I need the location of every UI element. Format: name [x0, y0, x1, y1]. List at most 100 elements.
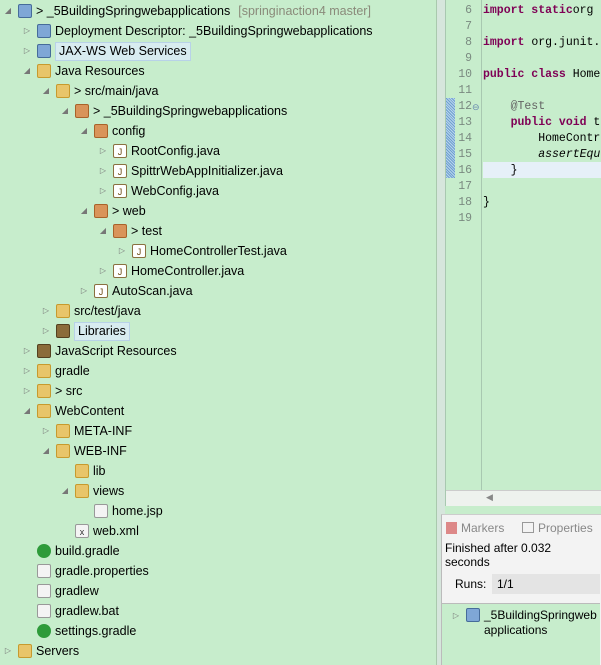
tree-item[interactable]: ▷ Deployment Descriptor: _5BuildingSpring… — [21, 21, 373, 41]
expand-arrow-icon[interactable]: ▷ — [97, 141, 109, 161]
tree-item-label: lib — [93, 464, 106, 478]
tree-item[interactable]: gradle.properties — [21, 561, 149, 581]
expand-arrow-icon[interactable]: ▷ — [116, 241, 128, 261]
expand-arrow-icon[interactable]: ▷ — [21, 361, 33, 381]
tree-item[interactable]: ▷ Servers — [2, 641, 79, 661]
tree-item[interactable]: ▷ META-INF — [40, 421, 132, 441]
tree-item[interactable]: ◢ WEB-INF — [40, 441, 127, 461]
code-token: import static — [483, 4, 573, 17]
tree-item-label: SpittrWebAppInitializer.java — [131, 164, 283, 178]
expand-arrow-icon[interactable]: ▷ — [40, 301, 52, 321]
collapse-arrow-icon[interactable]: ◢ — [40, 441, 52, 461]
tree-item[interactable]: ▷ > src — [21, 381, 82, 401]
tree-item[interactable]: gradlew — [21, 581, 99, 601]
tab-properties[interactable]: Properties — [522, 521, 593, 535]
expand-arrow-icon[interactable]: ▷ — [97, 261, 109, 281]
expand-arrow-icon[interactable]: ▷ — [21, 41, 33, 61]
code-line[interactable]: } — [483, 195, 490, 211]
collapse-arrow-icon[interactable]: ◢ — [21, 61, 33, 81]
tree-item-label: RootConfig.java — [131, 144, 220, 158]
tree-item-label: home.jsp — [112, 504, 163, 518]
tree-item[interactable]: ▷ JAX-WS Web Services — [21, 41, 191, 61]
expand-arrow-icon[interactable]: ▷ — [97, 161, 109, 181]
code-line[interactable]: } — [483, 163, 518, 179]
folder-icon — [75, 484, 89, 498]
test-results-tree[interactable]: ▷ _5BuildingSpringwebapplications — [442, 603, 600, 665]
tree-item[interactable]: ▷ J HomeControllerTest.java — [116, 241, 287, 261]
collapse-arrow-icon[interactable]: ◢ — [2, 1, 14, 21]
collapse-arrow-icon[interactable]: ◢ — [59, 101, 71, 121]
tree-item[interactable]: ◢ > _5BuildingSpringwebapplications — [59, 101, 287, 121]
git-branch-label: [springinaction4 master] — [238, 4, 371, 18]
tree-item[interactable]: settings.gradle — [21, 621, 136, 641]
expand-arrow-icon[interactable]: ▷ — [40, 421, 52, 441]
tree-item[interactable]: lib — [59, 461, 106, 481]
expand-arrow-icon[interactable]: ▷ — [97, 181, 109, 201]
tree-item[interactable]: ▷ J HomeController.java — [97, 261, 244, 281]
expand-arrow-icon[interactable]: ▷ — [450, 608, 462, 623]
tree-item[interactable]: ▷ gradle — [21, 361, 90, 381]
line-number: 8 — [465, 36, 472, 49]
file-icon — [94, 504, 108, 518]
tree-item-label: > _5BuildingSpringwebapplications — [36, 4, 231, 18]
expand-arrow-icon[interactable]: ▷ — [21, 381, 33, 401]
scroll-left-icon[interactable]: ◀ — [486, 492, 493, 503]
expand-arrow-icon[interactable]: ▷ — [21, 21, 33, 41]
tree-item[interactable]: ◢ > _5BuildingSpringwebapplications [sprin… — [2, 1, 371, 21]
collapse-arrow-icon[interactable]: ◢ — [97, 221, 109, 241]
tree-item[interactable]: x web.xml — [59, 521, 139, 541]
tree-item[interactable]: ▷ JavaScript Resources — [21, 341, 177, 361]
tree-item[interactable]: ▷ J RootConfig.java — [97, 141, 220, 161]
tree-item[interactable]: ◢ WebContent — [21, 401, 124, 421]
expand-arrow-icon[interactable]: ▷ — [78, 281, 90, 301]
line-number: 9 — [465, 52, 472, 65]
tree-item-label: WebConfig.java — [131, 184, 220, 198]
collapse-arrow-icon[interactable]: ◢ — [40, 81, 52, 101]
java-file-icon: J — [113, 264, 127, 278]
tree-item-label: WEB-INF — [74, 444, 127, 458]
deployment-descriptor-icon — [37, 24, 51, 38]
collapse-arrow-icon[interactable]: ◢ — [21, 401, 33, 421]
collapse-arrow-icon[interactable]: ◢ — [59, 481, 71, 501]
tree-item[interactable]: ▷ J SpittrWebAppInitializer.java — [97, 161, 283, 181]
java-file-icon: J — [113, 144, 127, 158]
code-editor[interactable]: 6 7 8 9 10 11 12 ⊖ 13 14 15 16 17 18 19 ◀ import stati… — [445, 0, 601, 506]
expand-arrow-icon[interactable]: ▷ — [21, 341, 33, 361]
tree-item-label: JAX-WS Web Services — [55, 41, 191, 61]
tree-item[interactable]: ▷ J WebConfig.java — [97, 181, 219, 201]
tree-item[interactable]: ◢ > web — [78, 201, 146, 221]
tree-item[interactable]: ◢ > test — [97, 221, 162, 241]
line-number: 11 — [458, 84, 472, 97]
expand-arrow-icon[interactable]: ▷ — [2, 641, 14, 661]
expand-arrow-icon[interactable]: ▷ — [40, 321, 52, 341]
line-number: 10 — [458, 68, 472, 81]
fold-icon[interactable]: ⊖ — [472, 99, 480, 115]
horizontal-scrollbar[interactable]: ◀ — [446, 490, 601, 506]
collapse-arrow-icon[interactable]: ◢ — [78, 121, 90, 141]
tree-item[interactable]: ▷ Libraries — [40, 321, 130, 341]
tree-item-label: gradlew — [55, 584, 99, 598]
tree-item[interactable]: home.jsp — [78, 501, 163, 521]
folder-icon — [75, 464, 89, 478]
tree-item[interactable]: ◢ > src/main/java — [40, 81, 158, 101]
markers-icon — [446, 522, 457, 534]
tree-item[interactable]: ▷ J AutoScan.java — [78, 281, 193, 301]
project-explorer-tree[interactable]: ◢ > _5BuildingSpringwebapplications [sprin… — [0, 0, 437, 665]
collapse-arrow-icon[interactable]: ◢ — [78, 201, 90, 221]
tree-item[interactable]: gradlew.bat — [21, 601, 119, 621]
code-line[interactable]: public void t — [483, 115, 601, 131]
tab-markers[interactable]: Markers — [446, 521, 504, 535]
tree-item[interactable]: ◢ views — [59, 481, 124, 501]
code-line[interactable]: HomeContr — [483, 131, 600, 147]
code-line[interactable]: public class Home — [483, 67, 600, 83]
tree-item[interactable]: ◢ config — [78, 121, 145, 141]
tree-item[interactable]: ◢ Java Resources — [21, 61, 145, 81]
test-result-item[interactable]: ▷ _5BuildingSpringwebapplications — [450, 608, 598, 638]
code-line[interactable]: assertEqu — [483, 147, 600, 163]
code-line[interactable]: import staticorg — [483, 3, 593, 19]
code-line[interactable]: import org.junit. — [483, 35, 600, 51]
code-line[interactable]: @Test — [483, 99, 546, 115]
tree-item[interactable]: build.gradle — [21, 541, 120, 561]
tree-item[interactable]: ▷ src/test/java — [40, 301, 141, 321]
tree-item-label: gradlew.bat — [55, 604, 119, 618]
